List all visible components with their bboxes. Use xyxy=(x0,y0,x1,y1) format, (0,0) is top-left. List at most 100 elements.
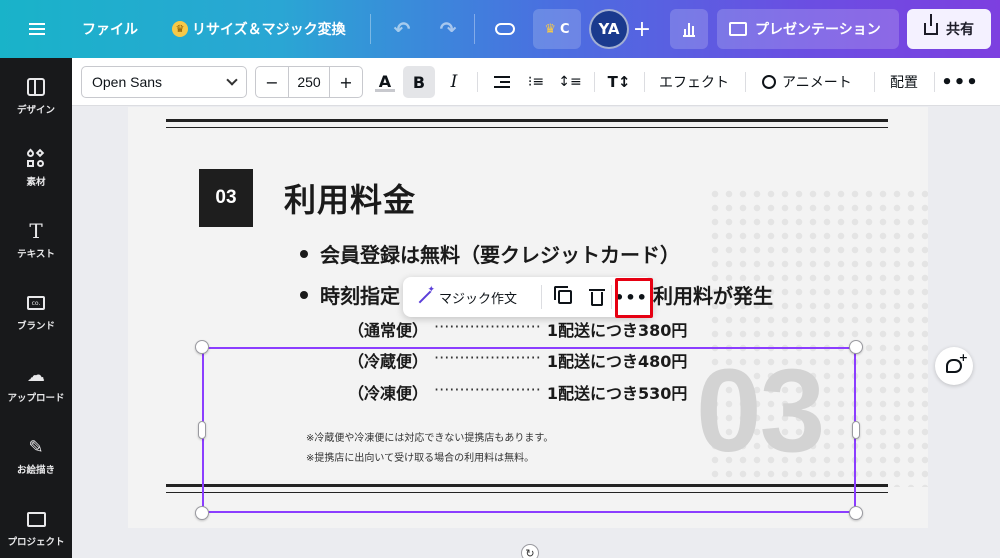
insights-button[interactable] xyxy=(670,9,708,49)
font-name: Open Sans xyxy=(92,74,163,90)
magic-wand-icon xyxy=(415,285,435,306)
avatar[interactable]: YA xyxy=(589,9,629,49)
italic-button[interactable]: I xyxy=(442,58,466,106)
highlight-box xyxy=(615,278,653,318)
share-button[interactable]: 共有 xyxy=(907,9,991,49)
section-number-badge: 03 xyxy=(199,169,253,227)
resize-handle-top-right[interactable] xyxy=(849,340,863,354)
animate-label: アニメート xyxy=(782,75,852,91)
present-button[interactable]: プレゼンテーション xyxy=(717,9,899,49)
rate-type: （通常便） xyxy=(348,321,429,340)
sidebar-item-projects[interactable]: プロジェクト xyxy=(0,492,72,552)
sidebar-item-draw[interactable]: ✎ お絵描き xyxy=(0,420,72,480)
save-status-button[interactable] xyxy=(492,0,518,58)
trash-icon xyxy=(589,288,605,306)
resize-label: リサイズ＆マジック変換 xyxy=(192,22,346,38)
pro-button[interactable]: ♛ C xyxy=(533,9,581,49)
sidebar-item-label: プロジェクト xyxy=(7,537,65,548)
bullet-item[interactable]: 会員登録は無料（要クレジットカード） xyxy=(300,239,680,268)
text-size-icon: T↕ xyxy=(607,73,631,91)
spacing-button[interactable]: ↕≡ xyxy=(558,58,582,106)
sidebar-item-text[interactable]: T テキスト xyxy=(0,204,72,264)
resize-handle-bottom-left[interactable] xyxy=(195,506,209,520)
bullet-item[interactable]: 時刻指定 xyxy=(300,280,400,309)
more-options-button[interactable]: ••• xyxy=(941,58,978,106)
align-button[interactable] xyxy=(490,58,514,106)
bullet-dot xyxy=(300,290,308,299)
text-icon: T xyxy=(29,219,43,243)
resize-magic-button[interactable]: ♛ リサイズ＆マジック変換 xyxy=(172,0,346,58)
redo-button[interactable]: ↷ xyxy=(436,0,460,58)
present-icon xyxy=(729,22,747,36)
text-transform-button[interactable]: T↕ xyxy=(607,58,631,106)
position-button[interactable]: 配置 xyxy=(890,58,918,106)
effects-button[interactable]: エフェクト xyxy=(659,58,729,106)
sidebar-item-brand[interactable]: co. ブランド xyxy=(0,276,72,336)
divider xyxy=(477,72,478,92)
divider xyxy=(874,72,875,92)
undo-icon: ↶ xyxy=(393,17,411,41)
font-size-stepper: − 250 + xyxy=(255,66,363,98)
brand-icon: co. xyxy=(25,292,47,314)
redo-icon: ↷ xyxy=(439,17,457,41)
top-bar: ファイル ♛ リサイズ＆マジック変換 ↶ ↷ ♛ C YA + プレゼンテーショ… xyxy=(0,0,1000,58)
animate-button[interactable]: アニメート xyxy=(762,58,852,106)
crown-icon: ♛ xyxy=(544,21,557,37)
rate-leader: ····················· xyxy=(434,317,541,336)
bullet-list-icon: ⁝≡ xyxy=(527,74,545,90)
section-title[interactable]: 利用料金 xyxy=(284,175,416,221)
divider xyxy=(745,72,746,92)
align-right-icon xyxy=(494,76,510,88)
selection-box[interactable] xyxy=(202,347,856,513)
color-swatch xyxy=(375,89,395,92)
font-size-input[interactable]: 250 xyxy=(288,67,330,97)
bold-button[interactable]: B xyxy=(403,66,435,98)
resize-handle-top-left[interactable] xyxy=(195,340,209,354)
crown-icon: ♛ xyxy=(172,21,188,37)
delete-button[interactable] xyxy=(587,277,607,317)
rotate-icon: ↻ xyxy=(525,546,535,558)
add-comment-button[interactable] xyxy=(935,347,973,385)
text-color-button[interactable]: A xyxy=(373,58,397,106)
rate-price: 1配送につき380円 xyxy=(546,321,688,340)
rotate-handle[interactable]: ↻ xyxy=(521,544,539,558)
bullet-dot xyxy=(300,249,308,258)
sidebar-item-upload[interactable]: ☁ アップロード xyxy=(0,348,72,408)
elements-icon xyxy=(25,148,47,170)
canvas: 03 利用料金 会員登録は無料（要クレジットカード） 時刻指定 利用料が発生 0… xyxy=(72,107,1000,558)
bullet-text: 会員登録は無料（要クレジットカード） xyxy=(320,243,680,267)
font-family-select[interactable]: Open Sans xyxy=(81,66,247,98)
divider xyxy=(474,14,475,44)
resize-handle-left[interactable] xyxy=(198,421,206,439)
magic-write-button[interactable]: マジック作文 xyxy=(415,277,517,317)
line-spacing-icon: ↕≡ xyxy=(558,74,582,90)
resize-handle-bottom-right[interactable] xyxy=(849,506,863,520)
resize-handle-right[interactable] xyxy=(852,421,860,439)
divider xyxy=(934,72,935,92)
decrease-font-button[interactable]: − xyxy=(256,67,288,97)
bar-chart-icon xyxy=(683,21,695,37)
duplicate-button[interactable] xyxy=(554,277,575,317)
comment-icon xyxy=(946,351,968,373)
bullet-text-continued: 利用料が発生 xyxy=(653,284,773,308)
draw-icon: ✎ xyxy=(28,436,44,458)
sidebar-item-elements[interactable]: 素材 xyxy=(0,132,72,192)
list-button[interactable]: ⁝≡ xyxy=(524,58,548,106)
top-rule xyxy=(166,119,888,128)
design-icon xyxy=(25,76,47,98)
sidebar-item-design[interactable]: デザイン xyxy=(0,60,72,120)
share-icon xyxy=(924,14,938,35)
divider xyxy=(644,72,645,92)
duplicate-icon xyxy=(554,286,572,304)
chevron-down-icon xyxy=(226,74,238,86)
increase-font-button[interactable]: + xyxy=(330,67,362,97)
undo-button[interactable]: ↶ xyxy=(390,0,414,58)
invite-button[interactable]: + xyxy=(631,0,653,58)
bullet-text: 時刻指定 xyxy=(320,284,400,308)
file-menu[interactable]: ファイル xyxy=(82,0,138,58)
animate-icon xyxy=(762,75,776,89)
sidebar-item-label: 素材 xyxy=(26,177,46,188)
rate-row: （通常便） ····················· 1配送につき380円 xyxy=(348,317,687,341)
menu-button[interactable] xyxy=(22,0,52,58)
divider xyxy=(370,14,371,44)
